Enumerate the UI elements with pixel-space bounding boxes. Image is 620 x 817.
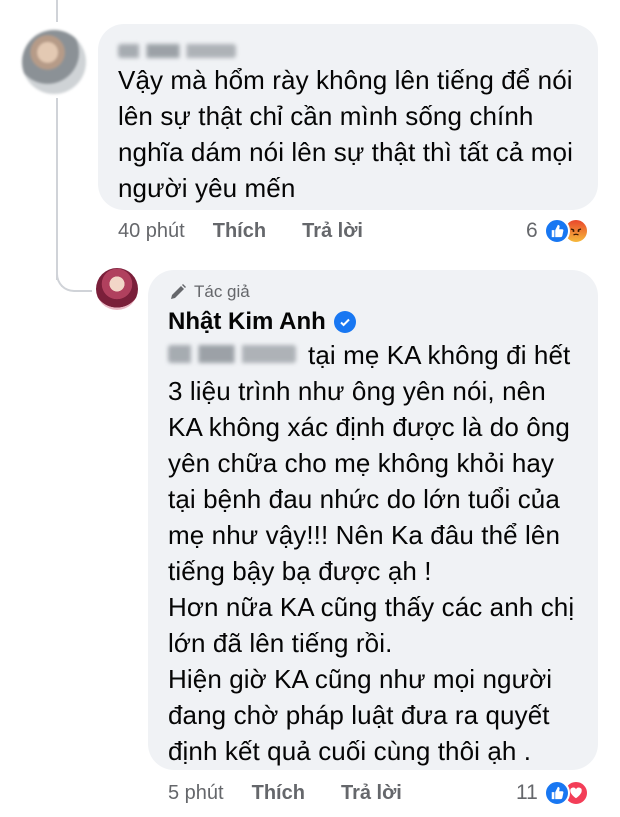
comment-actions: 40 phút Thích Trả lời <box>118 220 399 243</box>
avatar-commenter[interactable] <box>22 30 86 94</box>
verified-icon <box>333 311 356 333</box>
like-button[interactable]: Thích <box>252 782 305 805</box>
comment-thread: Vậy mà hổm rày không lên tiếng để nói lê… <box>0 0 620 817</box>
reply-time[interactable]: 5 phút <box>168 782 224 805</box>
like-icon <box>543 218 570 244</box>
avatar-author[interactable] <box>96 268 138 310</box>
author-name[interactable]: Nhật Kim Anh <box>168 308 326 336</box>
reply-text-first-line: tại mẹ KA không đi hết <box>308 340 571 370</box>
reaction-count: 11 <box>516 781 538 804</box>
reply-button[interactable]: Trả lời <box>341 782 402 805</box>
author-badge: Tác giả <box>168 282 250 302</box>
reaction-summary[interactable]: 11 <box>516 780 589 806</box>
reply-button[interactable]: Trả lời <box>302 220 363 243</box>
like-button[interactable]: Thích <box>213 220 266 243</box>
author-badge-label: Tác giả <box>194 282 250 301</box>
comment-text: Vậy mà hổm rày không lên tiếng để nói lê… <box>118 65 573 203</box>
reply-text-paragraph-2: Hơn nữa KA cũng thấy các anh chị lớn đã … <box>168 592 575 766</box>
mentioned-name-blurred[interactable] <box>168 345 296 363</box>
like-icon <box>543 780 570 806</box>
thread-connector <box>56 250 92 292</box>
reaction-count: 6 <box>526 219 538 242</box>
pen-icon <box>171 284 186 299</box>
commenter-name-blurred[interactable] <box>118 44 236 58</box>
reply-author: Nhật Kim Anh <box>168 308 356 336</box>
reply-text: 3 liệu trình như ông yên nói, nên KA khô… <box>168 376 570 586</box>
reply-actions: 5 phút Thích Trả lời <box>168 782 438 805</box>
reaction-summary[interactable]: 6 <box>526 218 589 244</box>
comment-time[interactable]: 40 phút <box>118 220 185 243</box>
thread-line-top <box>56 0 58 22</box>
